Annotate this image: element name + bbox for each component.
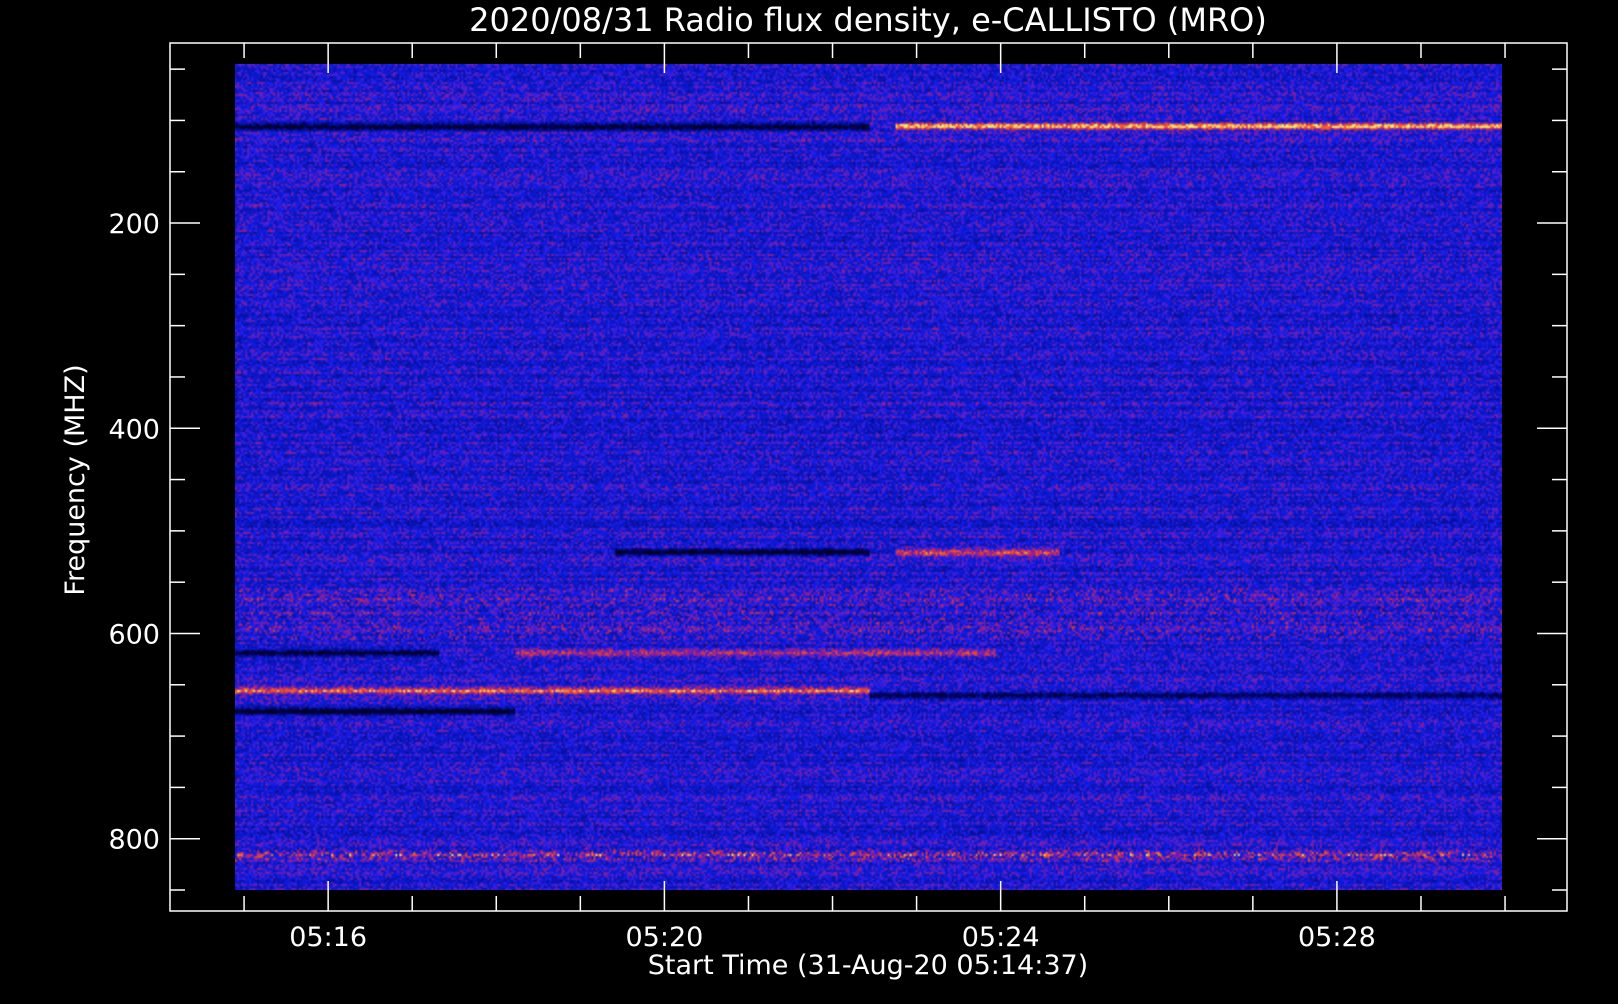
spectrogram-svg: 2020/08/31 Radio flux density, e-CALLIST… <box>0 0 1618 1000</box>
spectrogram-chart: 2020/08/31 Radio flux density, e-CALLIST… <box>0 0 1618 1000</box>
x-tick-label: 05:24 <box>962 922 1040 953</box>
y-axis-label: Frequency (MHZ) <box>60 364 91 595</box>
x-tick-label: 05:16 <box>289 922 367 953</box>
x-tick-label: 05:28 <box>1298 922 1376 953</box>
y-tick-label: 400 <box>108 414 160 445</box>
x-axis-label: Start Time (31-Aug-20 05:14:37) <box>648 950 1088 981</box>
y-tick-label: 800 <box>108 825 160 856</box>
x-tick-label: 05:20 <box>625 922 703 953</box>
spectrogram-image <box>235 64 1502 890</box>
heatmap-area <box>235 64 1502 890</box>
y-tick-label: 200 <box>108 209 160 240</box>
y-tick-label: 600 <box>108 619 160 650</box>
chart-title: 2020/08/31 Radio flux density, e-CALLIST… <box>469 1 1267 39</box>
